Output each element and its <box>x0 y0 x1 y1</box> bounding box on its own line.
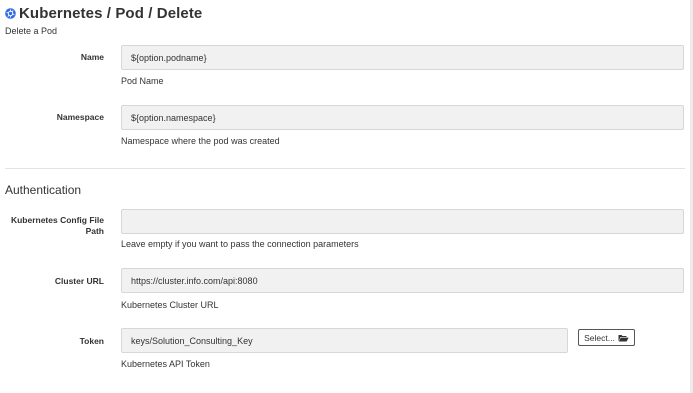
select-key-button[interactable]: Select... <box>578 329 635 346</box>
token-field[interactable]: keys/Solution_Consulting_Key <box>121 328 568 353</box>
cluster-url-help: Kubernetes Cluster URL <box>121 300 219 310</box>
config-path-field[interactable] <box>121 209 684 234</box>
cluster-url-label: Cluster URL <box>54 276 104 286</box>
page-header: Kubernetes / Pod / Delete <box>5 4 202 22</box>
page-subtitle: Delete a Pod <box>5 26 58 36</box>
namespace-field[interactable]: ${option.namespace} <box>121 105 684 130</box>
config-path-help: Leave empty if you want to pass the conn… <box>121 239 359 249</box>
cluster-url-field[interactable]: https://cluster.info.com/api:8080 <box>121 268 684 293</box>
name-help: Pod Name <box>121 76 164 86</box>
section-divider <box>5 168 685 169</box>
authentication-heading: Authentication <box>5 183 82 197</box>
token-label: Token <box>79 336 104 346</box>
page-title: Kubernetes / Pod / Delete <box>19 4 203 22</box>
namespace-label: Namespace <box>56 112 104 122</box>
folder-open-icon <box>618 334 629 342</box>
token-help: Kubernetes API Token <box>121 359 210 369</box>
namespace-help: Namespace where the pod was created <box>121 136 280 146</box>
config-path-label: Kubernetes Config File Path <box>10 215 104 236</box>
kubernetes-icon <box>5 7 16 19</box>
name-label: Name <box>80 52 104 62</box>
name-field[interactable]: ${option.podname} <box>121 45 684 70</box>
select-button-label: Select... <box>584 332 615 343</box>
